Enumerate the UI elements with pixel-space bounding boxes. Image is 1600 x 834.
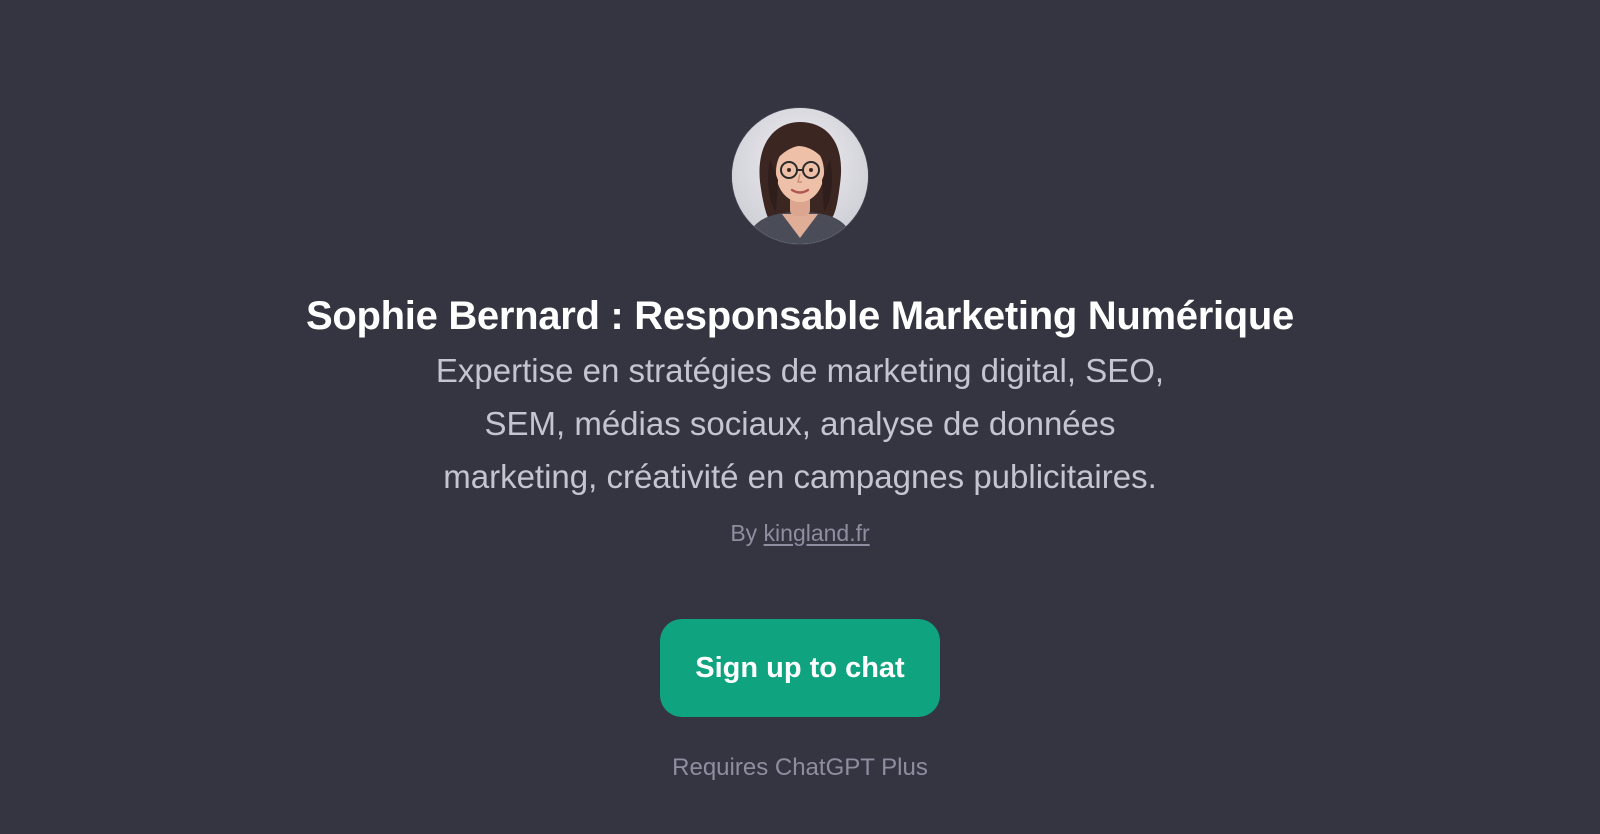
description-line: marketing, créativité en campagnes publi… [443,458,1157,495]
gpt-description: Expertise en stratégies de marketing dig… [370,344,1230,503]
gpt-avatar [732,108,868,244]
sign-up-to-chat-button[interactable]: Sign up to chat [660,619,940,717]
author-byline: By kingland.fr [0,518,1600,548]
author-link[interactable]: kingland.fr [764,520,870,546]
author-prefix: By [730,520,758,546]
gpt-landing-page: Sophie Bernard : Responsable Marketing N… [0,0,1600,834]
description-line: Expertise en stratégies de marketing dig… [435,352,1165,389]
description-line: SEM, médias sociaux, analyse de données [484,405,1116,442]
woman-portrait-icon [732,108,868,244]
gpt-title: Sophie Bernard : Responsable Marketing N… [305,294,1295,338]
plan-requirement-note: Requires ChatGPT Plus [672,754,928,781]
